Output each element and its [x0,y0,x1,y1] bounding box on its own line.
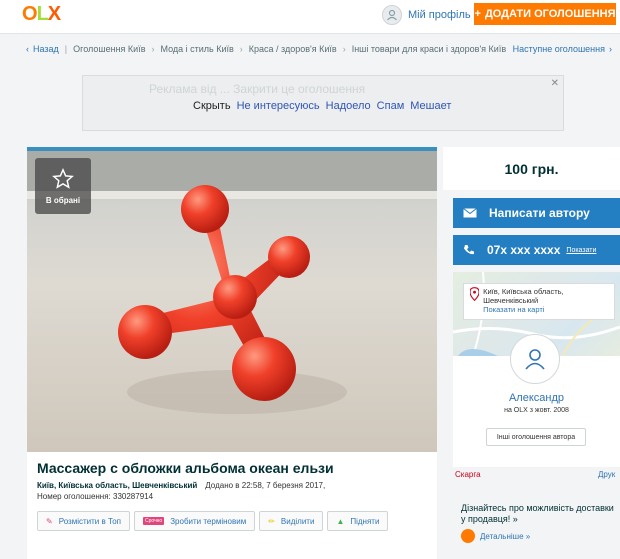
chevron-right-icon: › [239,44,243,54]
back-link[interactable]: ‹ Назад [26,44,59,54]
breadcrumb-item[interactable]: Інші товари для краси і здоров'я Київ [352,44,506,54]
favorite-label: В обрані [45,195,81,205]
delivery-text[interactable]: Дізнайтесь про можливість доставки у про… [461,503,620,525]
favorite-button[interactable]: В обрані [35,158,91,214]
breadcrumb: ‹ Назад | Оголошення Київ › Мода і стиль… [0,40,620,58]
next-listing-link[interactable]: Наступне оголошення › [513,44,612,54]
listing-meta: Київ, Київська область, Шевченківський Д… [37,481,325,490]
print-link[interactable]: Друк [598,470,615,479]
top-bar: OLX Мій профіль + ДОДАТИ ОГОЛОШЕННЯ [0,0,620,34]
listing-date: Додано в 22:58, 7 березня 2017, [205,481,326,490]
write-author-label: Написати автору [489,206,590,220]
seller-avatar[interactable] [510,334,560,384]
ad-close-icon[interactable]: ✕ [551,78,559,89]
listing-photo[interactable]: В обрані [27,147,437,452]
add-listing-button[interactable]: + ДОДАТИ ОГОЛОШЕННЯ [474,3,616,25]
user-icon [525,349,545,370]
listing-title: Массажер с обложки альбома океан ельзи [37,460,334,476]
promo-actions: ✎ Розмістити в Топ Срочно Зробити термін… [37,511,389,531]
write-author-button[interactable]: Написати автору [453,198,620,228]
listing-location[interactable]: Київ, Київська область, Шевченківський [37,481,197,490]
map-address-card: Київ, Київська область, Шевченківський П… [463,283,615,320]
plus-icon: + [474,8,481,20]
map-pin-icon [470,287,480,301]
promote-top-button[interactable]: ✎ Розмістити в Топ [37,511,130,531]
breadcrumb-item[interactable]: Оголошення Київ [73,44,145,54]
breadcrumb-separator: | [64,44,68,54]
make-urgent-button[interactable]: Срочно Зробити терміновим [134,511,256,531]
seller-name[interactable]: Александр [453,392,620,404]
ad-option-not-interested[interactable]: Не интересуюсь [237,100,320,112]
ad-hide-button[interactable]: Скрыть [193,100,231,112]
phone-button[interactable]: 07x xxx xxxx Показати [453,235,620,265]
my-profile-link[interactable]: Мій профіль [382,3,471,27]
chevron-right-icon: › [342,44,346,54]
highlight-button[interactable]: ✏ Виділити [259,511,324,531]
highlighter-icon: ✏ [268,516,275,526]
show-phone-link[interactable]: Показати [566,247,596,254]
ad-banner: Реклама від ... Закрити це оголошення Ск… [82,75,564,131]
delivery-info: Дізнайтесь про можливість доставки у про… [461,503,620,543]
price: 100 грн. [443,147,620,190]
envelope-icon [463,208,477,218]
chevron-left-icon: ‹ [26,44,29,54]
my-profile-label: Мій профіль [408,9,471,21]
pencil-icon: ✎ [46,516,53,526]
phone-number: 07x xxx xxxx [487,243,561,257]
listing-card: В обрані Массажер с обложки альбома океа… [27,147,437,559]
delivery-more-link[interactable]: Детальніше » [461,529,620,543]
ad-option-spam[interactable]: Спам [377,100,405,112]
other-ads-button[interactable]: Інші оголошення автора [486,428,586,446]
bump-button[interactable]: ▲ Підняти [327,511,389,531]
photo-top-bar [27,147,437,151]
chevron-right-icon: › [609,44,612,54]
breadcrumb-item[interactable]: Мода і стиль Київ [160,44,233,54]
phone-icon [464,245,474,255]
olx-logo[interactable]: OLX [22,3,66,33]
breadcrumb-item[interactable]: Краса / здоров'я Київ [249,44,337,54]
ad-option-bored[interactable]: Надоело [326,100,371,112]
show-on-map-link[interactable]: Показати на карті [483,305,608,314]
ad-option-annoying[interactable]: Мешает [410,100,451,112]
listing-number: Номер оголошення: 330287914 [37,492,154,501]
urgent-badge-icon: Срочно [143,517,165,525]
ad-feedback-actions: Скрыть Не интересуюсь Надоело Спам Мешае… [193,100,451,112]
arrow-up-icon: ▲ [336,516,345,526]
complain-link[interactable]: Скарга [455,470,481,479]
user-icon [382,5,402,25]
add-listing-label: ДОДАТИ ОГОЛОШЕННЯ [484,8,616,20]
star-icon [52,167,74,189]
ad-faded-text: Реклама від ... Закрити це оголошення [149,82,366,96]
seller-since: на OLX з жовт. 2008 [504,407,569,414]
seller-card: Київ, Київська область, Шевченківський П… [453,272,620,467]
delivery-icon [461,529,475,543]
map-address: Київ, Київська область, Шевченківський [483,287,564,305]
chevron-right-icon: › [151,44,155,54]
